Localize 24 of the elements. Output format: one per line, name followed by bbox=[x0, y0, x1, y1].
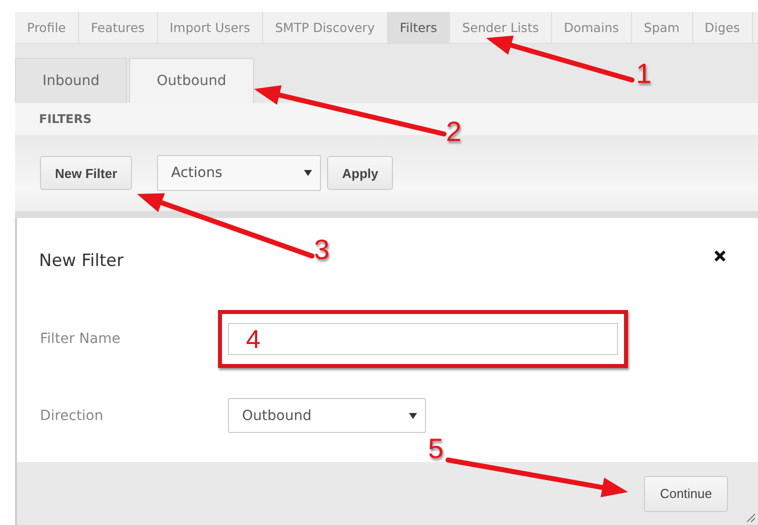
nav-tab[interactable]: Diges bbox=[692, 12, 753, 43]
direction-tab[interactable]: Outbound bbox=[129, 58, 254, 103]
callout-number: 1 bbox=[636, 60, 652, 88]
callout-number: 3 bbox=[314, 236, 330, 264]
nav-tab[interactable]: Filters bbox=[388, 12, 450, 43]
direction-tab[interactable]: Inbound bbox=[15, 58, 127, 103]
apply-button[interactable]: Apply bbox=[327, 156, 394, 190]
close-icon[interactable] bbox=[714, 250, 726, 262]
caret-icon bbox=[409, 412, 417, 418]
actions-select[interactable]: Actions bbox=[157, 155, 322, 191]
callout-number: 4 bbox=[246, 323, 260, 355]
field-label: Direction bbox=[40, 408, 104, 424]
dialog-title: New Filter bbox=[39, 251, 124, 273]
section-title: FILTERS bbox=[39, 112, 92, 126]
continue-button[interactable]: Continue bbox=[644, 476, 728, 512]
nav-tab[interactable]: Import Users bbox=[158, 12, 264, 43]
resize-grip-icon[interactable] bbox=[744, 511, 756, 523]
callout-number: 2 bbox=[446, 118, 462, 146]
caret-icon bbox=[304, 170, 312, 176]
callout-number: 5 bbox=[428, 435, 444, 463]
new-filter-button[interactable]: New Filter bbox=[40, 156, 132, 190]
direction-select[interactable]: Outbound bbox=[228, 398, 426, 433]
text-field[interactable] bbox=[228, 323, 618, 355]
field-label: Filter Name bbox=[40, 331, 122, 347]
